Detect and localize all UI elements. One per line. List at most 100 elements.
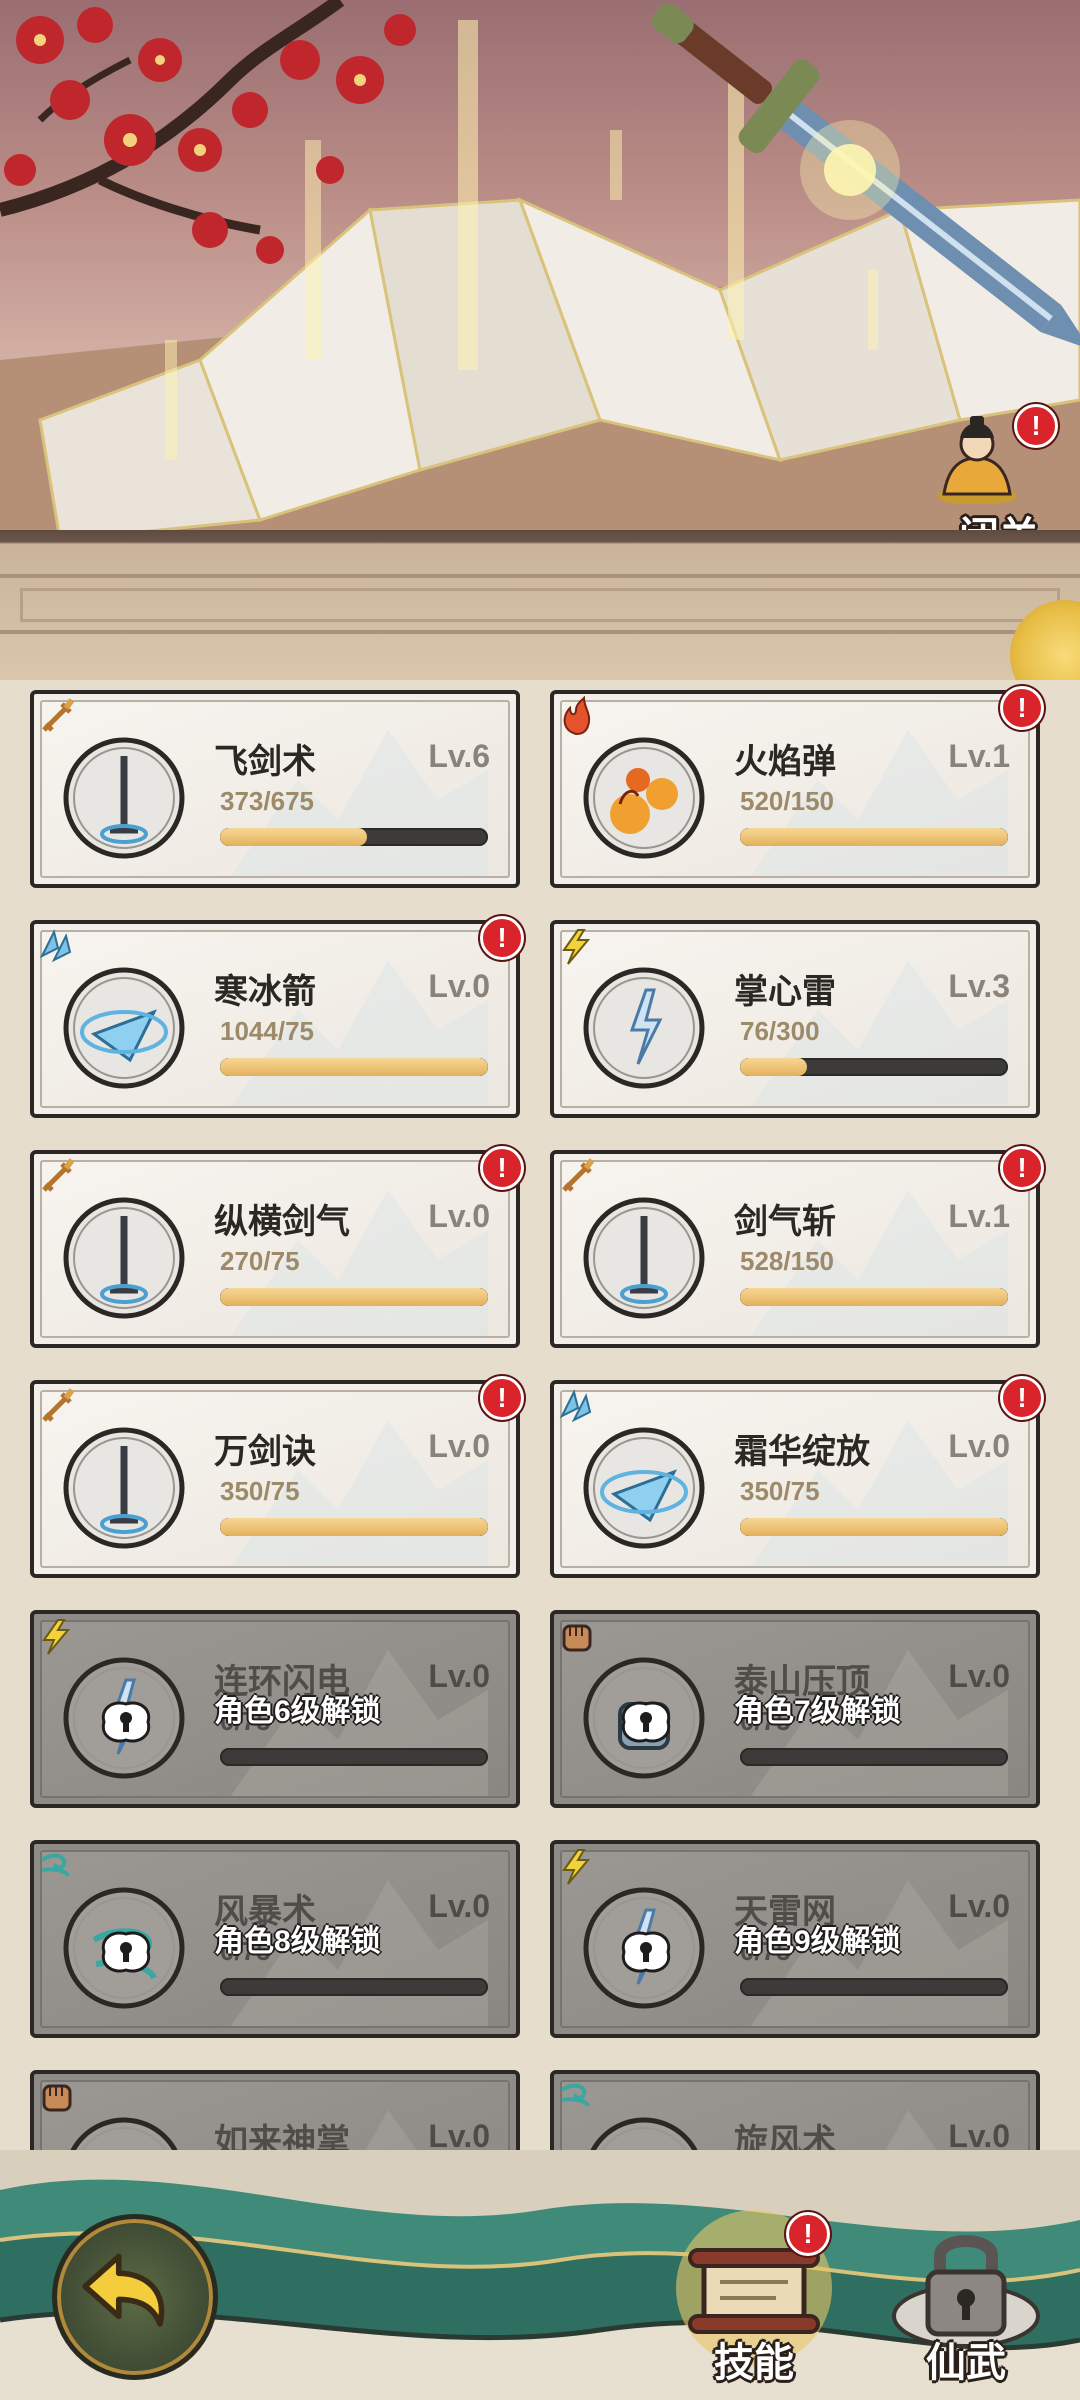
skill-name: 掌心雷 [734,973,836,1011]
skill-level: Lv.0 [428,1428,490,1464]
skill-progress-fill [740,1518,1008,1536]
skill-card[interactable]: 火焰弹 Lv.1 520/150! [550,686,1044,888]
retreat-button[interactable]: ! 闭关 [934,404,1064,540]
skill-icon [63,967,185,1089]
skill-icon [583,737,705,859]
skill-level: Lv.0 [428,1658,490,1694]
skill-progress-bar [220,1978,488,1996]
skill-alert-badge: ! [480,1376,524,1420]
skill-progress-fill [220,1518,488,1536]
back-arrow-icon [82,2253,165,2327]
nav-skills-label: 技能 [714,2341,794,2385]
skill-card[interactable]: 寒冰箭 Lv.0 1044/75! [30,916,524,1118]
skill-card[interactable]: 风暴术 Lv.0 0/75 角色8级解锁 [30,1840,520,2038]
skill-card[interactable]: 连环闪电 Lv.0 0/75 角色6级解锁 [30,1610,520,1808]
frame-rail [0,574,1080,634]
skill-icon [63,1427,185,1549]
retreat-alert-badge: ! [1014,404,1058,448]
thunder-element-icon [562,929,591,965]
skill-progress-bar [220,1748,488,1766]
skill-card[interactable]: 泰山压顶 Lv.0 0/75 角色7级解锁 [550,1610,1040,1808]
skills-alert-badge: ! [786,2212,830,2256]
skill-card[interactable]: 如来神掌 Lv.0 [30,2070,520,2150]
skill-level: Lv.0 [428,1888,490,1924]
scene-illustration [0,0,1080,540]
skill-name: 飞剑术 [214,743,316,781]
skill-progress-text: 520/150 [740,786,834,816]
skill-card[interactable]: 天雷网 Lv.0 0/75 角色9级解锁 [550,1840,1040,2038]
skill-progress-bar [740,1978,1008,1996]
unlock-requirement: 角色8级解锁 [214,1925,381,1958]
skill-progress-fill [220,1288,488,1306]
wooden-frame [0,530,1080,680]
skill-level: Lv.0 [948,1888,1010,1924]
skill-progress-bar [220,1518,488,1536]
skill-list[interactable]: 飞剑术 Lv.6 373/675 火焰弹 Lv.1 520/150! 寒冰箭 Lv.0 1044… [0,680,1080,2150]
skill-progress-text: 76/300 [740,1016,820,1046]
skill-icon [583,1427,705,1549]
skill-card[interactable]: 纵横剑气 Lv.0 270/75! [30,1146,524,1348]
nav-fairy-arms-button[interactable]: 仙武 [878,2206,1054,2386]
skill-level: Lv.0 [948,1428,1010,1464]
meditating-monk-icon [937,416,1017,504]
skill-card[interactable]: 旋风术 Lv.0 [550,2070,1040,2150]
skill-progress-fill [220,828,368,846]
skill-progress-fill [740,828,1008,846]
thunder-element-icon [42,1619,71,1655]
wind-element-icon [560,2083,590,2108]
skill-level: Lv.1 [948,738,1010,774]
skill-progress-bar [740,1288,1008,1306]
skill-card[interactable]: 掌心雷 Lv.3 76/300 [550,920,1040,1118]
fist-element-icon [562,1624,592,1652]
skill-name: 寒冰箭 [214,973,316,1011]
skill-name: 旋风术 [734,2123,836,2150]
skill-alert-badge: ! [480,916,524,960]
fire-element-icon [563,696,591,736]
unlock-requirement: 角色7级解锁 [734,1695,901,1728]
skill-level: Lv.0 [428,2118,490,2150]
back-button[interactable] [52,2214,218,2380]
lock-icon [101,1701,151,1743]
scene-banner: ! 闭关 [0,0,1080,540]
skill-icon [70,2117,178,2150]
sword-element-icon [42,1388,75,1422]
skill-icon [583,967,705,1089]
skill-progress-bar [220,1058,488,1076]
nav-skills-button[interactable]: ! 技能 [666,2206,842,2386]
sword-element-icon [42,698,75,732]
skill-progress-text: 528/150 [740,1246,834,1276]
sword-element-icon [42,1158,75,1192]
skill-icon [63,1197,185,1319]
lock-icon [621,1701,671,1743]
skill-name: 如来神掌 [214,2123,350,2150]
sword-element-icon [562,1158,595,1192]
thunder-element-icon [562,1849,591,1885]
wind-element-icon [40,1853,70,1878]
lock-icon [621,1931,671,1973]
skill-progress-bar [740,1058,1008,1076]
skill-name: 纵横剑气 [214,1203,350,1241]
skill-name: 万剑诀 [214,1433,316,1471]
skill-level: Lv.0 [948,1658,1010,1694]
skill-level: Lv.6 [428,738,490,774]
skill-progress-text: 373/675 [220,786,314,816]
skill-card[interactable]: 剑气斩 Lv.1 528/150! [550,1146,1044,1348]
skill-progress-fill [740,1288,1008,1306]
skill-alert-badge: ! [1000,1146,1044,1190]
skill-card[interactable]: 飞剑术 Lv.6 373/675 [30,690,520,888]
skill-card[interactable]: 万剑诀 Lv.0 350/75! [30,1376,524,1578]
unlock-requirement: 角色9级解锁 [734,1925,901,1958]
skill-level: Lv.0 [948,2118,1010,2150]
skill-card[interactable]: 霜华绽放 Lv.0 350/75! [550,1376,1044,1578]
lock-icon [101,1931,151,1973]
skill-progress-bar [740,1748,1008,1766]
skill-progress-text: 350/75 [740,1476,820,1506]
unlock-requirement: 角色6级解锁 [214,1695,381,1728]
skill-alert-badge: ! [1000,1376,1044,1420]
skill-progress-text: 350/75 [220,1476,300,1506]
skill-level: Lv.3 [948,968,1010,1004]
skill-alert-badge: ! [1000,686,1044,730]
skill-progress-text: 270/75 [220,1246,300,1276]
skill-name: 霜华绽放 [734,1433,870,1471]
skill-progress-fill [220,1058,488,1076]
